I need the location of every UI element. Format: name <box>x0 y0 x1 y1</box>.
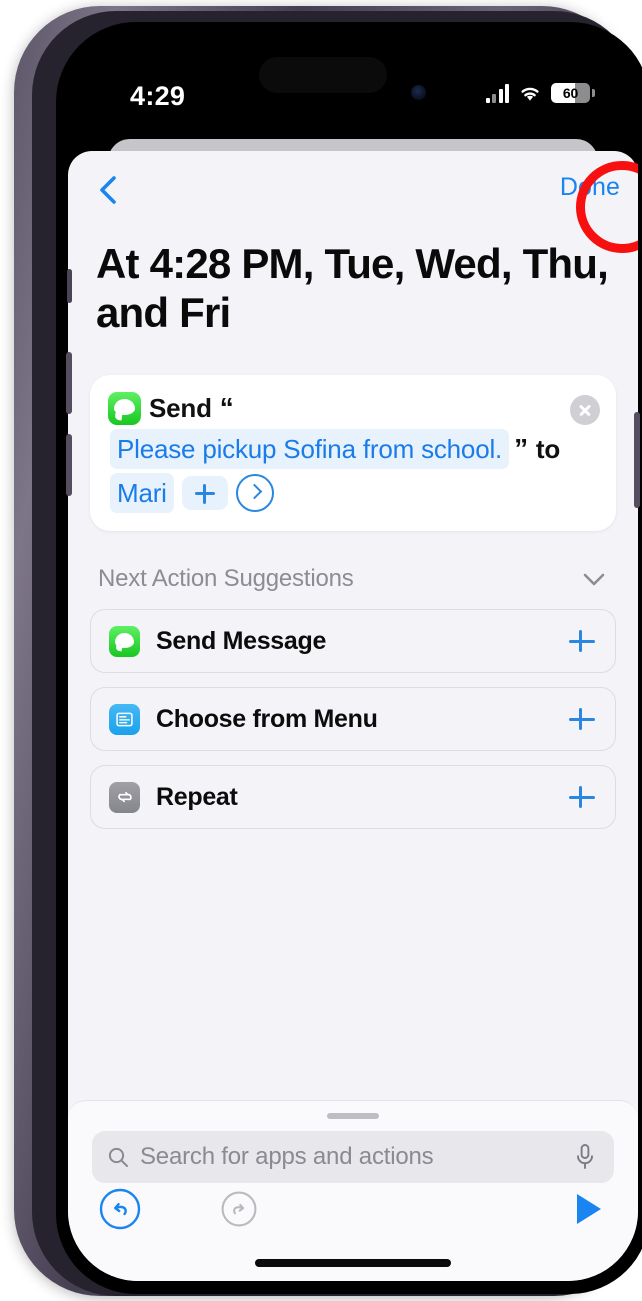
microphone-icon[interactable] <box>574 1143 596 1171</box>
messages-app-icon <box>109 625 140 657</box>
messages-app-icon <box>108 391 141 425</box>
search-input[interactable]: Search for apps and actions <box>92 1131 614 1183</box>
phone-bezel: 4:29 60 Done At 4:28 PM, Tue, Wed, Thu, … <box>56 22 642 1294</box>
front-camera-icon <box>411 85 426 100</box>
mute-switch[interactable] <box>67 269 72 303</box>
open-quote: “ <box>219 392 234 424</box>
search-panel: Search for apps and actions <box>68 1100 638 1281</box>
phone-frame-inner: 4:29 60 Done At 4:28 PM, Tue, Wed, Thu, … <box>32 11 642 1296</box>
suggestion-label: Repeat <box>156 782 238 811</box>
close-quote: ” <box>514 433 528 465</box>
message-text-token[interactable]: Please pickup Sofina from school. <box>110 429 510 470</box>
phone-screen: 4:29 60 Done At 4:28 PM, Tue, Wed, Thu, … <box>68 33 638 1281</box>
status-bar-indicators: 60 <box>485 79 595 103</box>
wifi-icon <box>521 87 539 101</box>
repeat-icon <box>109 781 140 813</box>
search-icon <box>108 1147 128 1167</box>
choose-from-menu-icon <box>109 703 140 735</box>
dynamic-island <box>259 57 387 93</box>
phone-frame: 4:29 60 Done At 4:28 PM, Tue, Wed, Thu, … <box>14 6 642 1296</box>
add-suggestion-button[interactable] <box>567 626 597 656</box>
action-verb-label: Send <box>149 393 212 424</box>
suggestions-title: Next Action Suggestions <box>98 565 354 593</box>
action-preposition-label: to <box>535 434 561 465</box>
page-title: At 4:28 PM, Tue, Wed, Thu, and Fri <box>96 240 609 337</box>
action-token-flow: Send “ Please pickup Sofina from school.… <box>108 389 598 515</box>
chevron-down-icon[interactable] <box>580 565 608 593</box>
volume-up-button[interactable] <box>66 352 72 414</box>
editor-toolbar <box>68 1181 638 1239</box>
suggestion-label: Choose from Menu <box>156 704 378 733</box>
done-button[interactable]: Done <box>560 173 620 202</box>
volume-down-button[interactable] <box>66 434 72 496</box>
run-shortcut-button[interactable] <box>568 1189 608 1229</box>
suggestion-row-choose-from-menu[interactable]: Choose from Menu <box>90 687 616 752</box>
add-suggestion-button[interactable] <box>567 782 597 812</box>
status-bar: 4:29 60 <box>68 33 638 129</box>
power-button[interactable] <box>634 412 640 508</box>
phone-screenshot: 4:29 60 Done At 4:28 PM, Tue, Wed, Thu, … <box>0 0 642 1301</box>
home-indicator <box>255 1259 451 1267</box>
status-bar-time: 4:29 <box>130 81 186 111</box>
undo-button[interactable] <box>98 1187 142 1231</box>
redo-button[interactable] <box>220 1190 258 1228</box>
suggestion-label: Send Message <box>156 626 327 655</box>
shortcut-editor-sheet: Done At 4:28 PM, Tue, Wed, Thu, and Fri … <box>68 151 638 1281</box>
expand-action-button[interactable] <box>235 474 274 513</box>
suggestion-row-repeat[interactable]: Repeat <box>90 765 616 830</box>
battery-icon: 60 <box>551 83 595 103</box>
battery-percent: 60 <box>562 85 579 101</box>
back-button[interactable] <box>92 173 126 207</box>
sheet-grabber[interactable] <box>327 1113 379 1119</box>
suggestion-row-send-message[interactable]: Send Message <box>90 609 616 674</box>
add-recipient-button[interactable] <box>181 476 228 511</box>
suggestions-list: Send Message Choose from Menu Repeat <box>90 609 616 830</box>
action-card-send-message[interactable]: Send “ Please pickup Sofina from school.… <box>90 375 616 532</box>
cellular-signal-icon <box>485 84 509 103</box>
navigation-bar: Done <box>68 151 638 227</box>
recipient-token[interactable]: Mari <box>110 473 174 514</box>
search-placeholder: Search for apps and actions <box>140 1143 434 1170</box>
add-suggestion-button[interactable] <box>567 704 597 734</box>
suggestions-header[interactable]: Next Action Suggestions <box>98 565 608 593</box>
